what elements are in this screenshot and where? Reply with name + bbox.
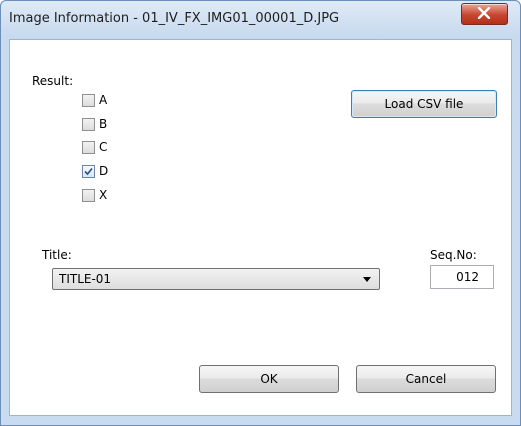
seq-no-label: Seq.No: bbox=[430, 248, 477, 262]
chevron-down-icon bbox=[363, 277, 371, 282]
dialog-window: Image Information - 01_IV_FX_IMG01_00001… bbox=[0, 0, 521, 426]
dialog-content: Result: A B C D X Load CSV file Title: T… bbox=[9, 39, 512, 416]
checkbox-a-label: A bbox=[99, 93, 108, 107]
checkbox-a-box[interactable] bbox=[82, 94, 95, 107]
seq-no-input[interactable]: 012 bbox=[430, 265, 494, 289]
close-icon bbox=[477, 7, 491, 19]
title-label: Title: bbox=[42, 248, 72, 262]
checkbox-c-label: C bbox=[99, 140, 108, 154]
result-label: Result: bbox=[32, 74, 74, 88]
checkbox-b-box[interactable] bbox=[82, 118, 95, 131]
close-button[interactable] bbox=[461, 3, 508, 25]
checkbox-x-box[interactable] bbox=[82, 189, 95, 202]
checkbox-c-box[interactable] bbox=[82, 141, 95, 154]
window-title: Image Information - 01_IV_FX_IMG01_00001… bbox=[9, 11, 340, 26]
title-dropdown-value: TITLE-01 bbox=[59, 272, 112, 286]
checkbox-x-label: X bbox=[99, 188, 108, 202]
checkbox-d-label: D bbox=[99, 164, 109, 178]
load-csv-button[interactable]: Load CSV file bbox=[351, 90, 497, 118]
checkmark-icon bbox=[84, 167, 93, 176]
checkbox-b-label: B bbox=[99, 117, 108, 131]
title-dropdown[interactable]: TITLE-01 bbox=[52, 268, 380, 290]
cancel-button[interactable]: Cancel bbox=[356, 365, 496, 393]
ok-button[interactable]: OK bbox=[199, 365, 339, 393]
checkbox-d-box[interactable] bbox=[82, 165, 95, 178]
title-bar[interactable]: Image Information - 01_IV_FX_IMG01_00001… bbox=[1, 1, 520, 39]
